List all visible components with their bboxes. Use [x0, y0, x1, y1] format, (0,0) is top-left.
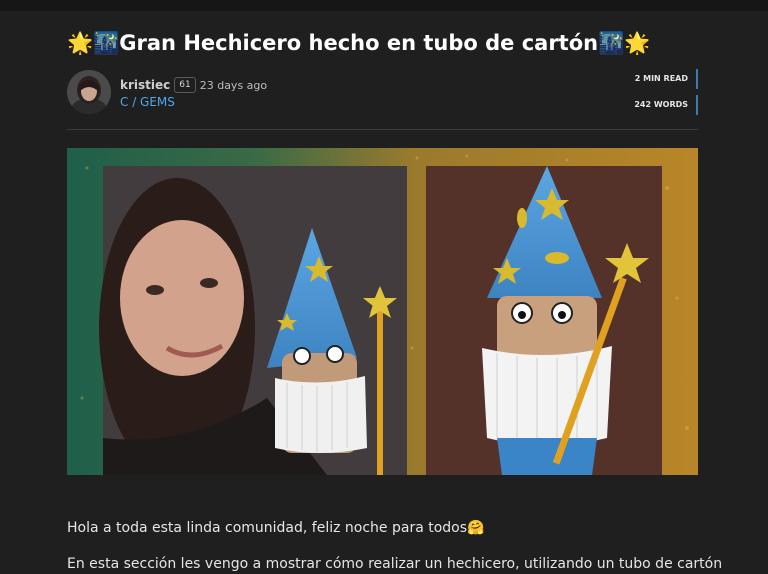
author-line: kristiec 61 23 days ago: [120, 77, 267, 93]
post-time[interactable]: 23 days ago: [200, 79, 267, 92]
header-divider: [67, 129, 698, 130]
top-nav-bar: [0, 0, 768, 11]
reputation-badge: 61: [174, 77, 196, 93]
body-paragraph-1: Hola a toda esta linda comunidad, feliz …: [67, 520, 485, 536]
body-paragraph-2: En esta sección les vengo a mostrar cómo…: [67, 556, 723, 572]
hero-image[interactable]: [67, 148, 698, 475]
author-name[interactable]: kristiec: [120, 78, 170, 92]
author-avatar[interactable]: [67, 70, 111, 114]
word-count: 242 WORDS: [634, 95, 698, 115]
community-link[interactable]: C / GEMS: [120, 95, 175, 109]
post-title: 🌟🌃Gran Hechicero hecho en tubo de cartón…: [67, 31, 651, 55]
read-time: 2 MIN READ: [635, 69, 698, 89]
